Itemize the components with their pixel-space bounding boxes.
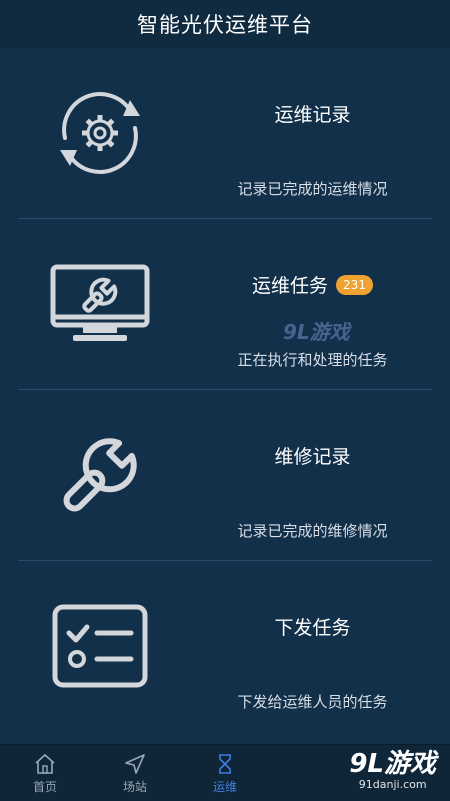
card-title-text: 维修记录 bbox=[274, 446, 351, 468]
card-title: 维修记录 bbox=[200, 442, 425, 469]
nav-stations[interactable]: 场站 bbox=[90, 745, 180, 801]
nav-label: 运维 bbox=[212, 779, 237, 794]
card-subtitle: 记录已完成的维修情况 bbox=[237, 522, 388, 540]
watermark-text: 9L游戏 bbox=[283, 320, 350, 344]
card-maintenance-tasks[interactable]: 运维任务 231 正在执行和处理的任务 bbox=[0, 219, 450, 390]
watermark-logo: 9L游戏 91danji.com bbox=[349, 750, 436, 791]
card-repair-records[interactable]: 维修记录 记录已完成的维修情况 bbox=[0, 390, 450, 561]
hourglass-icon bbox=[219, 753, 231, 774]
monitor-wrench-icon bbox=[40, 249, 160, 359]
card-title-text: 运维记录 bbox=[274, 104, 351, 126]
gear-cycle-icon bbox=[40, 78, 160, 188]
top-bar: 智能光伏运维平台 bbox=[0, 0, 450, 48]
card-subtitle: 正在执行和处理的任务 bbox=[237, 351, 388, 369]
checklist-icon bbox=[40, 591, 160, 701]
card-title-text: 下发任务 bbox=[274, 617, 351, 639]
card-title-text: 运维任务 bbox=[252, 275, 329, 297]
watermark-overlay: 9L游戏 bbox=[283, 316, 350, 345]
nav-label: 首页 bbox=[32, 779, 57, 794]
card-subtitle: 记录已完成的运维情况 bbox=[237, 180, 388, 198]
wrench-icon bbox=[40, 420, 160, 530]
card-title: 下发任务 bbox=[200, 613, 425, 640]
nav-home[interactable]: 首页 bbox=[0, 745, 90, 801]
watermark-main: 9L游戏 bbox=[349, 749, 436, 779]
nav-maintenance[interactable]: 运维 bbox=[180, 745, 270, 801]
nav-label: 场站 bbox=[122, 779, 147, 794]
card-dispatch-tasks[interactable]: 下发任务 下发给运维人员的任务 bbox=[0, 561, 450, 732]
card-maintenance-records[interactable]: 运维记录 记录已完成的运维情况 bbox=[0, 48, 450, 219]
card-title: 运维记录 bbox=[200, 100, 425, 127]
page-title: 智能光伏运维平台 bbox=[137, 13, 313, 37]
card-subtitle: 下发给运维人员的任务 bbox=[237, 693, 388, 711]
card-title: 运维任务 231 bbox=[200, 271, 425, 298]
task-count-badge: 231 bbox=[336, 274, 373, 295]
send-icon bbox=[125, 753, 145, 774]
menu-list: 运维记录 记录已完成的运维情况 运维任务 231 正在执行和处理的任务 维修记录… bbox=[0, 48, 450, 744]
home-icon bbox=[35, 753, 55, 774]
watermark-sub: 91danji.com bbox=[358, 778, 427, 791]
